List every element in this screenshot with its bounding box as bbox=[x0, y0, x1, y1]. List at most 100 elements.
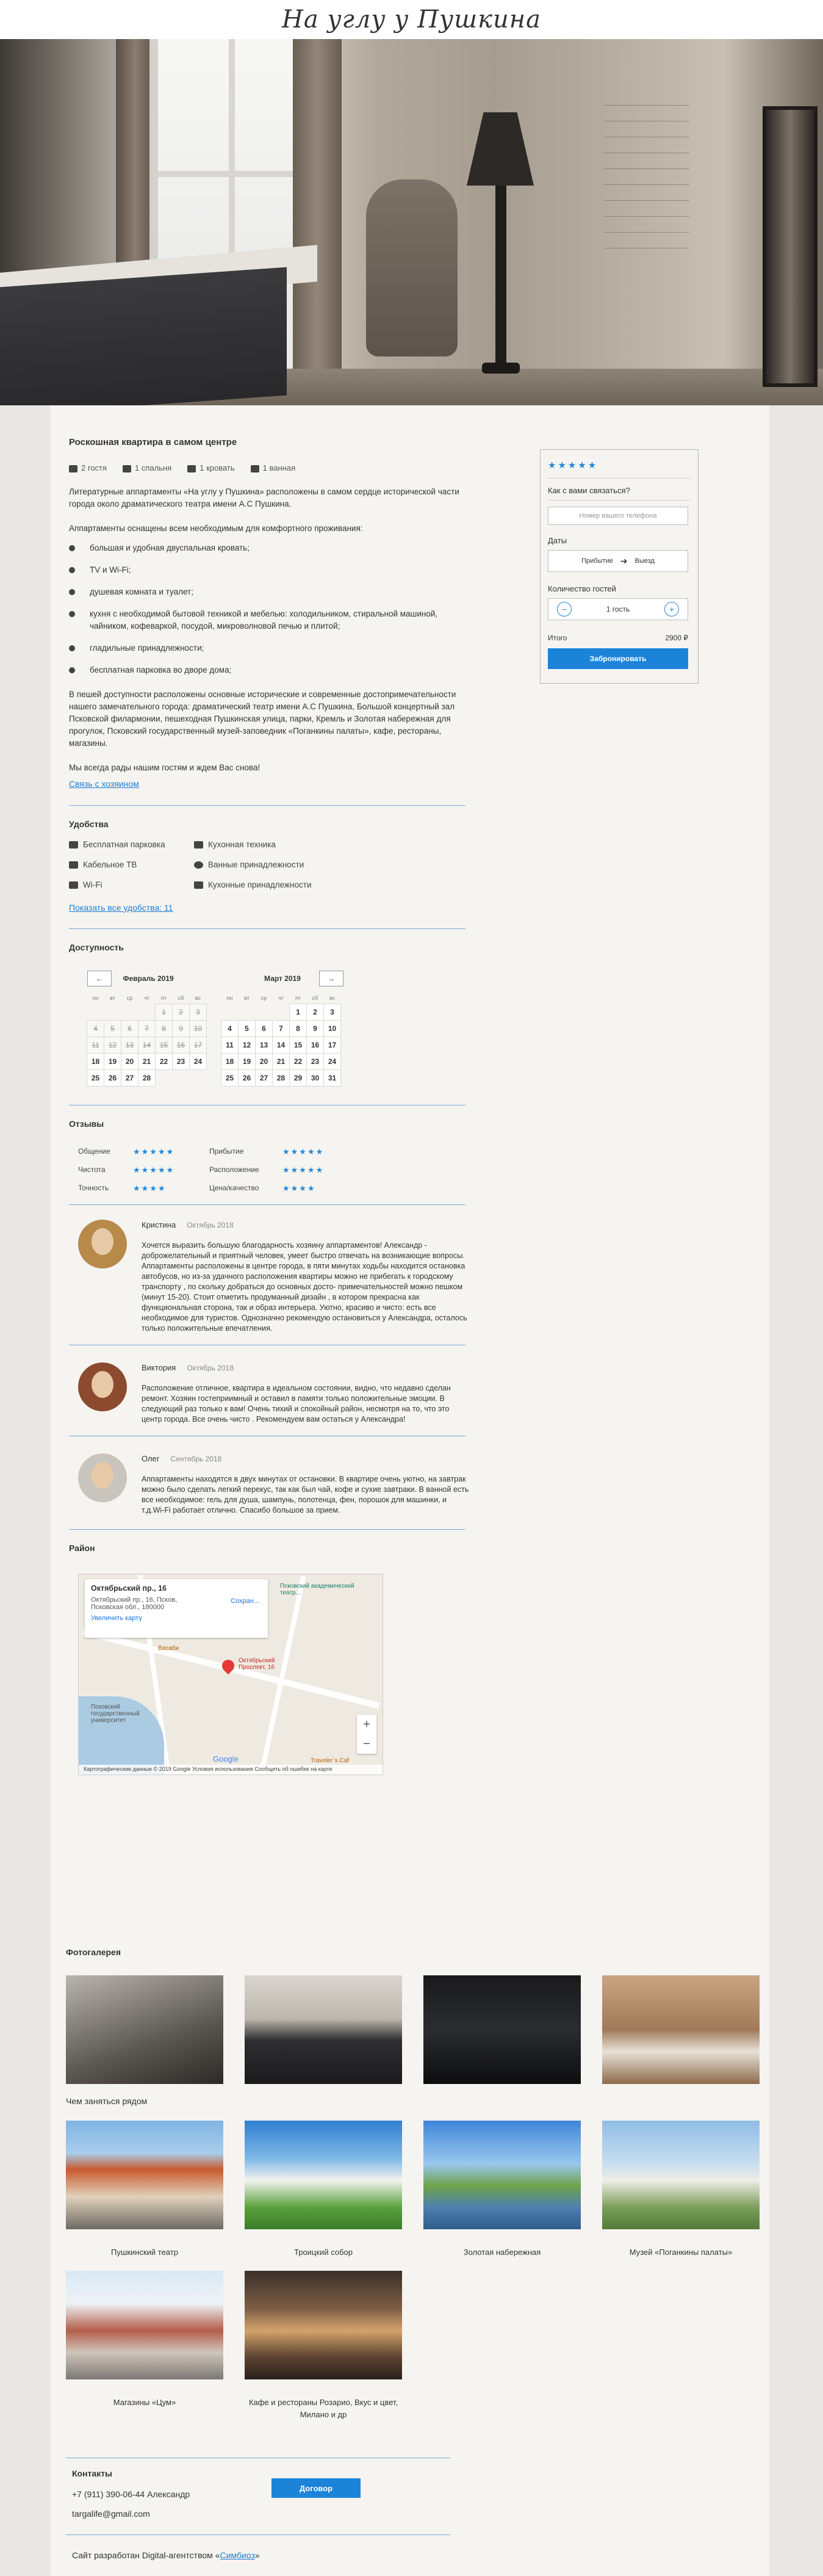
calendar-day[interactable]: 7 bbox=[272, 1020, 290, 1037]
calendar-day[interactable]: 12 bbox=[238, 1037, 256, 1054]
calendar-empty bbox=[87, 1004, 104, 1021]
show-all-facilities-link[interactable]: Показать все удобства: 11 bbox=[69, 903, 173, 913]
kitchen-icon bbox=[194, 841, 203, 849]
site-logo[interactable]: На углу у Пушкина bbox=[282, 5, 541, 34]
nearby-places-row2: Магазины «Цум» Кафе и рестораны Розарио,… bbox=[66, 2271, 755, 2421]
calendar-day[interactable]: 18 bbox=[221, 1053, 239, 1070]
place-card[interactable]: Золотая набережная bbox=[423, 2121, 581, 2259]
calendar-day[interactable]: 13 bbox=[255, 1037, 273, 1054]
calendar-day[interactable]: 25 bbox=[87, 1069, 104, 1087]
zoom-out-button[interactable]: − bbox=[363, 1737, 370, 1751]
save-place-button[interactable]: Сохран... bbox=[231, 1597, 259, 1605]
calendar-day[interactable]: 28 bbox=[272, 1069, 290, 1087]
arrival-field[interactable]: Прибытие bbox=[581, 557, 613, 565]
calendar-day[interactable]: 5 bbox=[238, 1020, 256, 1037]
book-button[interactable]: Забронировать bbox=[548, 648, 688, 669]
calendar-day[interactable]: 17 bbox=[323, 1037, 341, 1054]
calendar-day[interactable]: 20 bbox=[255, 1053, 273, 1070]
next-month-button[interactable]: → bbox=[319, 971, 343, 986]
calendar-day: 7 bbox=[138, 1020, 156, 1037]
gallery-photo[interactable] bbox=[66, 1975, 223, 2084]
calendar-day[interactable]: 2 bbox=[306, 1004, 324, 1021]
calendar-day[interactable]: 18 bbox=[87, 1053, 104, 1070]
divider bbox=[548, 500, 691, 501]
weekday-label: вс bbox=[329, 995, 336, 1001]
calendar-day[interactable]: 25 bbox=[221, 1069, 239, 1087]
agency-link[interactable]: Симбиоз bbox=[220, 2550, 254, 2560]
calendar-grid: пн вт ср чт пт сб вс 1 2 3 4 5 6 7 8 9 10 11 12 13 14 15 16 17 1… bbox=[87, 993, 209, 1087]
contract-button[interactable]: Договор bbox=[271, 2478, 361, 2498]
calendar-day[interactable]: 8 bbox=[289, 1020, 307, 1037]
poi-vasabi[interactable]: Васаби bbox=[158, 1645, 179, 1652]
calendar-day[interactable]: 22 bbox=[289, 1053, 307, 1070]
calendar-day[interactable]: 24 bbox=[323, 1053, 341, 1070]
calendar-day[interactable]: 29 bbox=[289, 1069, 307, 1087]
gallery-photo[interactable] bbox=[602, 1975, 760, 2084]
calendar-day[interactable]: 27 bbox=[255, 1069, 273, 1087]
calendar-day[interactable]: 22 bbox=[155, 1053, 173, 1070]
minus-button[interactable]: − bbox=[557, 602, 572, 617]
calendar-day[interactable]: 1 bbox=[289, 1004, 307, 1021]
place-card[interactable]: Кафе и рестораны Розарио, Вкус и цвет, М… bbox=[245, 2271, 402, 2421]
facilities-title: Удобства bbox=[69, 819, 109, 829]
calendar-day[interactable]: 23 bbox=[172, 1053, 190, 1070]
weekday-label: сб bbox=[312, 995, 318, 1001]
calendar-month-feb: ← Февраль 2019 пн вт ср чт пт сб вс 1 2 3 4 5 6 7 8 9 10… bbox=[87, 971, 209, 1087]
utensils-icon bbox=[194, 881, 203, 889]
dates-picker[interactable]: Прибытие ➔ Выезд bbox=[548, 550, 688, 572]
mirror bbox=[763, 106, 818, 387]
calendar-day[interactable]: 15 bbox=[289, 1037, 307, 1054]
place-card[interactable]: Пушкинский театр bbox=[66, 2121, 223, 2259]
calendar-day[interactable]: 19 bbox=[238, 1053, 256, 1070]
weekday-label: сб bbox=[178, 995, 184, 1001]
prev-month-button[interactable]: ← bbox=[87, 971, 112, 986]
place-card[interactable]: Музей «Поганкины палаты» bbox=[602, 2121, 760, 2259]
calendar-day: 9 bbox=[172, 1020, 190, 1037]
departure-field[interactable]: Выезд bbox=[635, 557, 655, 565]
footer-email[interactable]: targalife@gmail.com bbox=[72, 2509, 150, 2519]
armchair bbox=[366, 179, 458, 356]
place-card[interactable]: Троицкий собор bbox=[245, 2121, 402, 2259]
calendar-day[interactable]: 14 bbox=[272, 1037, 290, 1054]
calendar-day[interactable]: 28 bbox=[138, 1069, 156, 1087]
plus-button[interactable]: + bbox=[664, 602, 679, 617]
phone-input[interactable]: Номер вашего телефона bbox=[548, 507, 688, 525]
calendar-day[interactable]: 19 bbox=[104, 1053, 121, 1070]
weekday-label: пт bbox=[161, 995, 167, 1001]
calendar-day[interactable]: 27 bbox=[121, 1069, 138, 1087]
enlarge-map-link[interactable]: Увеличить карту bbox=[91, 1615, 262, 1622]
calendar-day[interactable]: 11 bbox=[221, 1037, 239, 1054]
gallery-photo[interactable] bbox=[245, 1975, 402, 2084]
facility-tv: Кабельное ТВ bbox=[69, 860, 194, 869]
calendar-day[interactable]: 10 bbox=[323, 1020, 341, 1037]
contact-host-link[interactable]: Связь с хозяином bbox=[69, 779, 139, 789]
map-footer: Картографические данные © 2019 Google Ус… bbox=[79, 1765, 383, 1775]
calendar-day: 6 bbox=[121, 1020, 138, 1037]
calendar-day[interactable]: 31 bbox=[323, 1069, 341, 1087]
calendar-day[interactable]: 26 bbox=[238, 1069, 256, 1087]
calendar-day[interactable]: 23 bbox=[306, 1053, 324, 1070]
calendar-day[interactable]: 24 bbox=[189, 1053, 207, 1070]
gallery-photo[interactable] bbox=[423, 1975, 581, 2084]
wifi-icon bbox=[69, 881, 78, 889]
place-card[interactable]: Магазины «Цум» bbox=[66, 2271, 223, 2421]
calendar-day[interactable]: 3 bbox=[323, 1004, 341, 1021]
calendar-day[interactable]: 30 bbox=[306, 1069, 324, 1087]
footer-phone[interactable]: +7 (911) 390-06-44 Александр bbox=[72, 2489, 190, 2499]
calendar-day[interactable]: 21 bbox=[138, 1053, 156, 1070]
map[interactable]: Октябрьский пр., 16 Октябрьский пр., 16,… bbox=[78, 1574, 383, 1775]
poi-university[interactable]: Псковский государственный университет bbox=[91, 1704, 164, 1724]
poi-theatre[interactable]: Псковский академический театр... bbox=[280, 1583, 359, 1596]
calendar-day[interactable]: 4 bbox=[221, 1020, 239, 1037]
zoom-in-button[interactable]: + bbox=[363, 1718, 370, 1732]
calendar-day[interactable]: 26 bbox=[104, 1069, 121, 1087]
calendar-day[interactable]: 6 bbox=[255, 1020, 273, 1037]
poi-traveler[interactable]: Traveler`s Caf bbox=[311, 1757, 349, 1764]
calendar-day[interactable]: 16 bbox=[306, 1037, 324, 1054]
list-item: TV и Wi-Fi; bbox=[69, 564, 472, 576]
total-label: Итого bbox=[548, 634, 567, 642]
calendar-day[interactable]: 20 bbox=[121, 1053, 138, 1070]
calendar-day[interactable]: 21 bbox=[272, 1053, 290, 1070]
calendar-day[interactable]: 9 bbox=[306, 1020, 324, 1037]
wall-handwriting bbox=[604, 94, 689, 253]
